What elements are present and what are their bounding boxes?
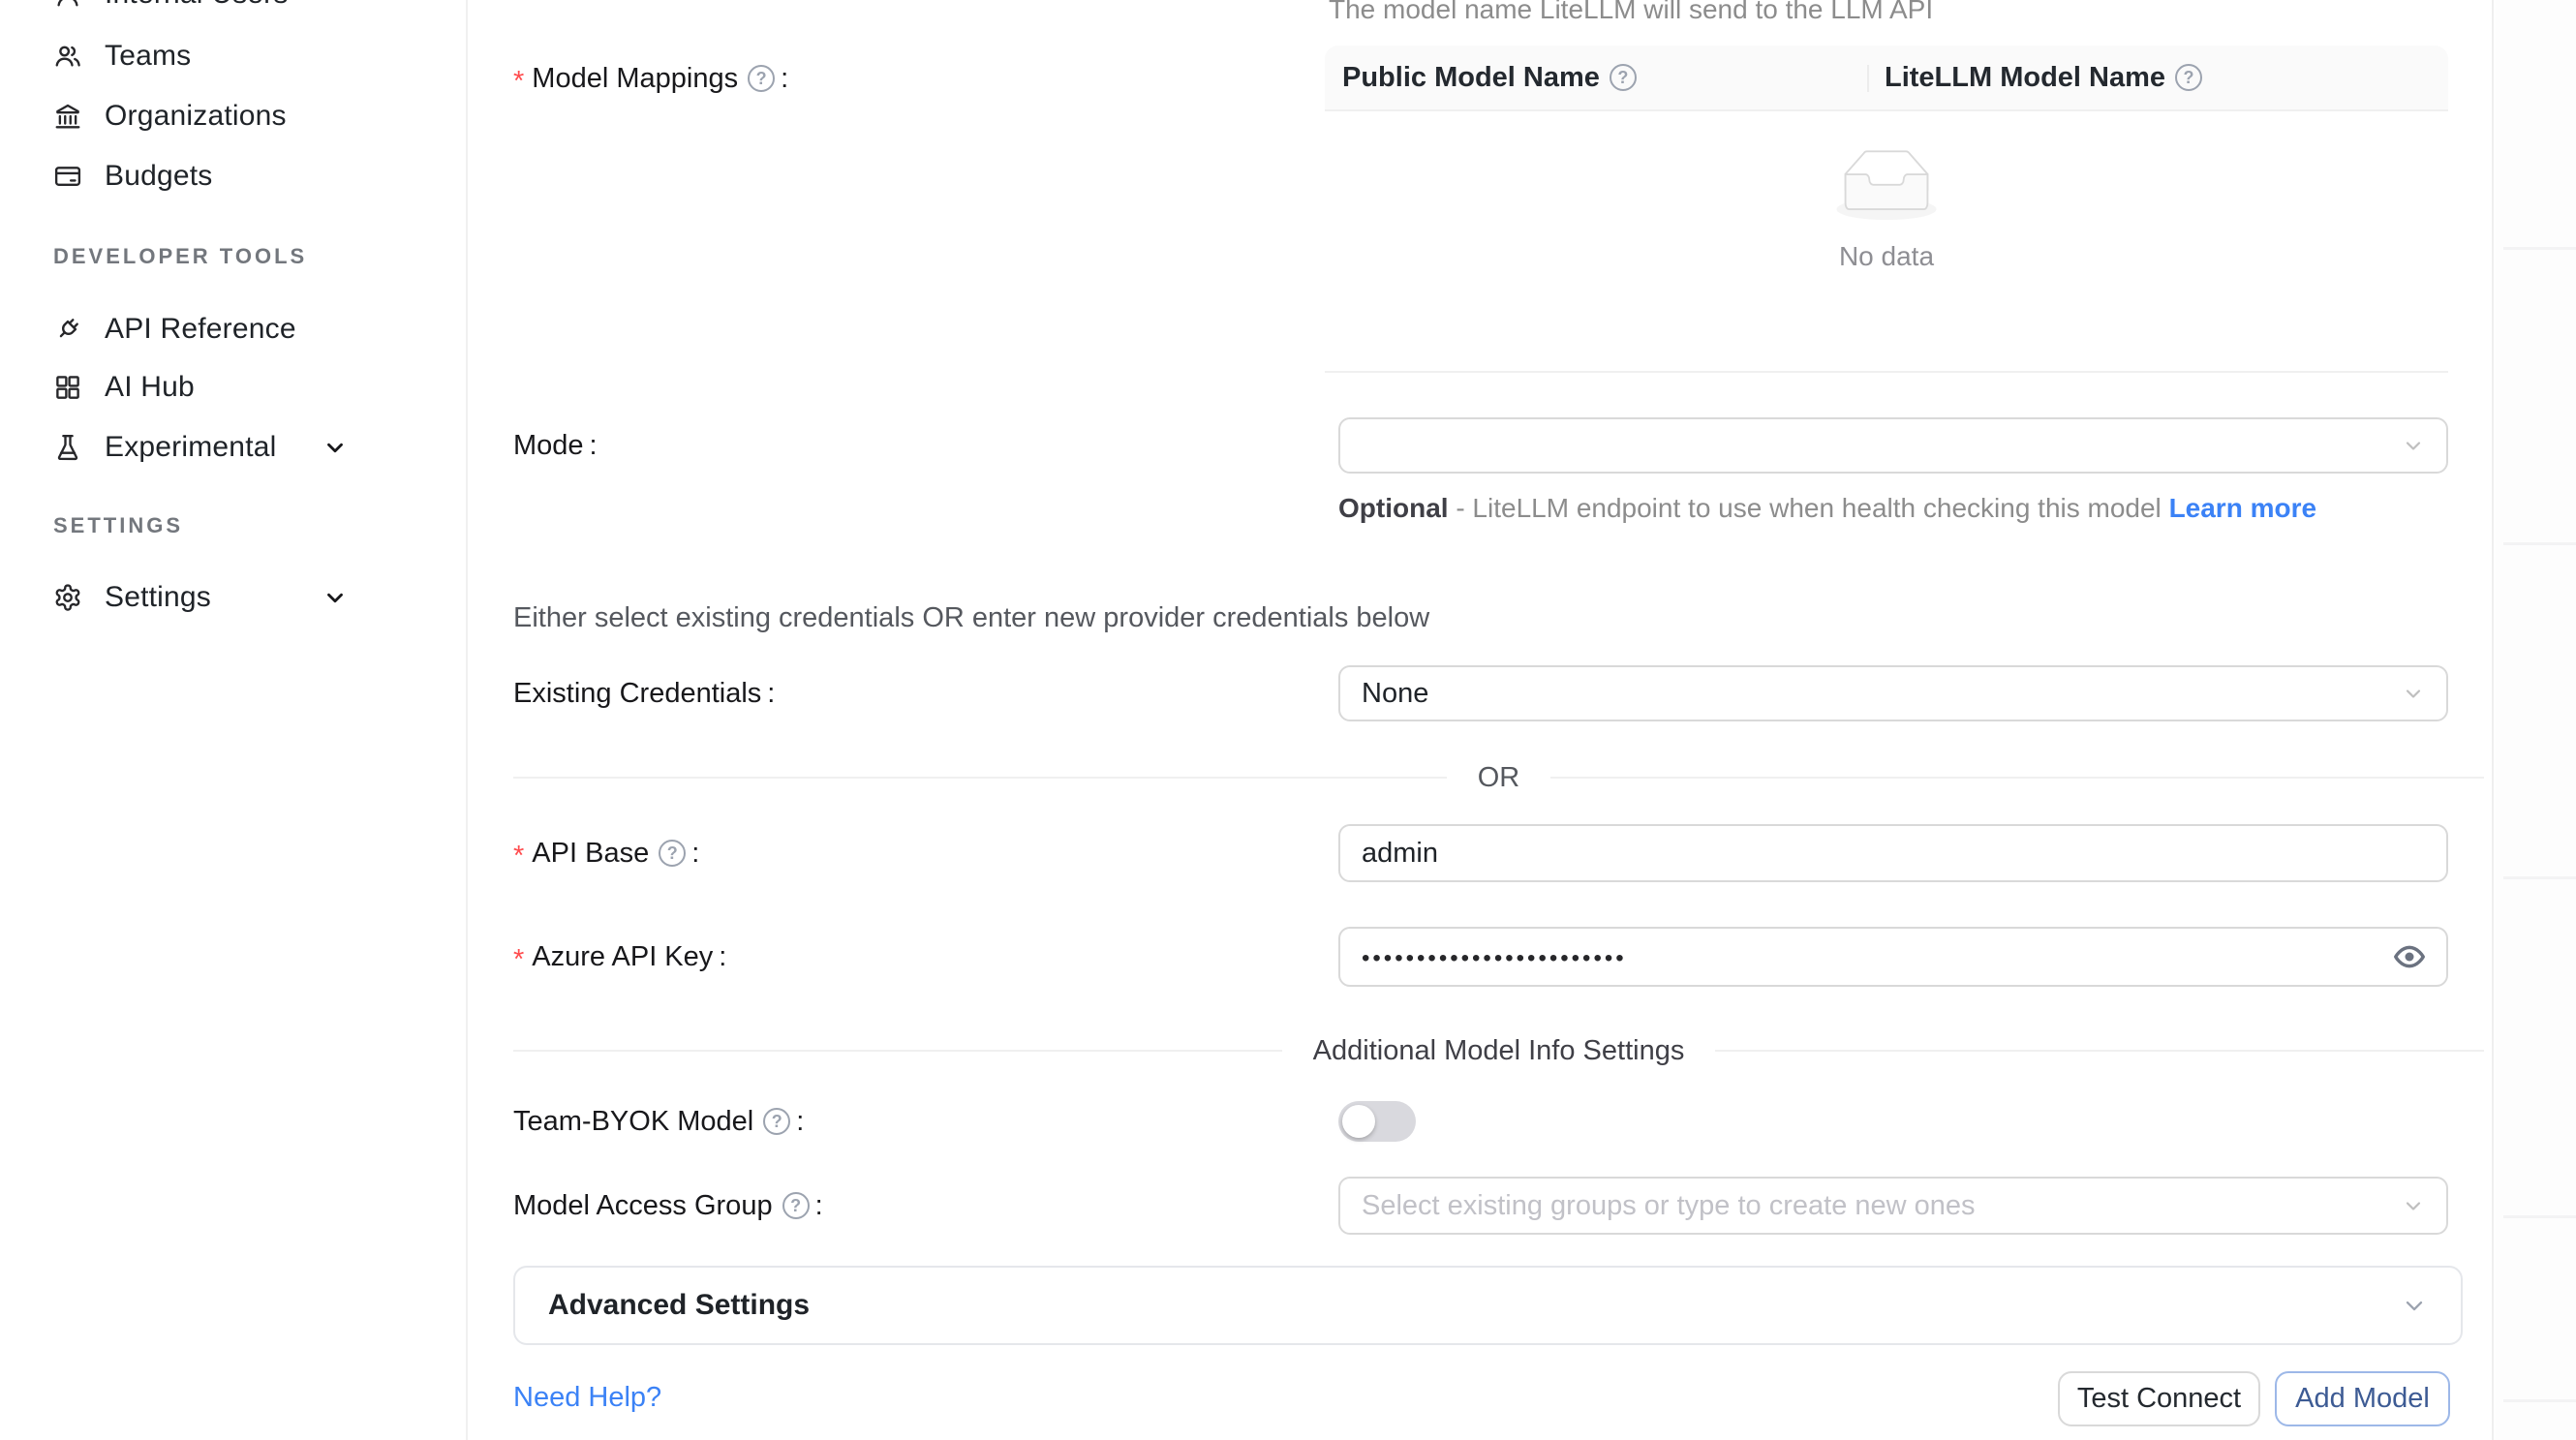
model-access-group-select[interactable] xyxy=(1338,1177,2448,1235)
model-access-group-input[interactable] xyxy=(1362,1190,2425,1222)
sidebar-item-teams[interactable]: Teams xyxy=(0,26,466,86)
azure-api-key-field: •••••••••••••••••••••••• xyxy=(1338,927,2448,987)
table-header: Public Model Name ? LiteLLM Model Name ? xyxy=(1325,46,2448,111)
user-icon xyxy=(53,0,82,9)
sidebar-section-settings: SETTINGS xyxy=(53,513,183,538)
grid-icon xyxy=(53,373,82,402)
chevron-down-icon xyxy=(2402,434,2425,457)
model-access-group-label: Model Access Group ? : xyxy=(513,1177,823,1235)
table-body-empty: No data xyxy=(1325,111,2448,373)
advanced-settings-panel[interactable]: Advanced Settings xyxy=(513,1266,2463,1345)
column-litellm-model-name: LiteLLM Model Name ? xyxy=(1867,46,2448,109)
sidebar-item-label: API Reference xyxy=(105,313,296,346)
sidebar-item-label: Budgets xyxy=(105,160,212,193)
sidebar-item-budgets[interactable]: Budgets xyxy=(0,146,466,206)
sidebar-item-label: Settings xyxy=(105,581,211,614)
sidebar-item-label: AI Hub xyxy=(105,371,195,404)
chevron-down-icon xyxy=(2402,1194,2425,1217)
azure-api-key-label: * Azure API Key : xyxy=(513,927,726,987)
azure-api-key-masked-value[interactable]: •••••••••••••••••••••••• xyxy=(1362,941,1627,972)
add-model-form: The model name LiteLLM will send to the … xyxy=(468,0,2494,1440)
users-icon xyxy=(53,42,82,71)
empty-text: No data xyxy=(1829,241,1944,272)
or-divider: OR xyxy=(513,758,2484,797)
column-public-model-name: Public Model Name ? xyxy=(1325,46,1867,109)
flask-icon xyxy=(53,433,82,462)
gear-icon xyxy=(53,583,82,612)
existing-credentials-select[interactable]: None xyxy=(1338,665,2448,721)
sidebar-item-organizations[interactable]: Organizations xyxy=(0,86,466,146)
bank-icon xyxy=(53,102,82,131)
help-icon[interactable]: ? xyxy=(2175,64,2202,91)
learn-more-link[interactable]: Learn more xyxy=(2169,493,2317,523)
existing-credentials-value: None xyxy=(1362,678,1428,710)
required-mark: * xyxy=(513,835,524,873)
sidebar-item-settings[interactable]: Settings xyxy=(0,567,466,628)
help-icon[interactable]: ? xyxy=(659,840,686,867)
api-base-label: * API Base ? : xyxy=(513,824,699,882)
sidebar-item-internal-users[interactable]: Internal Users xyxy=(0,0,466,24)
help-icon[interactable]: ? xyxy=(1610,64,1637,91)
api-base-field xyxy=(1338,824,2448,882)
mode-select[interactable] xyxy=(1338,417,2448,474)
sidebar-item-label: Experimental xyxy=(105,431,276,464)
sidebar-item-label: Teams xyxy=(105,40,191,73)
credentials-note: Either select existing credentials OR en… xyxy=(513,602,1429,634)
chevron-down-icon xyxy=(2402,682,2425,705)
empty-state: No data xyxy=(1829,150,1944,272)
page-gutter xyxy=(2496,0,2576,1440)
sidebar-item-label: Internal Users xyxy=(105,0,289,11)
test-connect-button[interactable]: Test Connect xyxy=(2058,1371,2260,1426)
required-mark: * xyxy=(513,938,524,976)
model-mappings-table: Public Model Name ? LiteLLM Model Name ? xyxy=(1325,46,2448,375)
add-model-button[interactable]: Add Model xyxy=(2275,1371,2450,1426)
info-settings-divider-text: Additional Model Info Settings xyxy=(1282,1035,1716,1067)
model-name-help-text: The model name LiteLLM will send to the … xyxy=(1329,0,1933,25)
eye-icon[interactable] xyxy=(2392,939,2427,974)
sidebar-item-ai-hub[interactable]: AI Hub xyxy=(0,357,466,417)
help-icon[interactable]: ? xyxy=(782,1192,810,1219)
help-icon[interactable]: ? xyxy=(763,1108,790,1135)
sidebar-item-experimental[interactable]: Experimental xyxy=(0,417,466,477)
api-base-input[interactable] xyxy=(1362,838,2425,870)
toggle-knob xyxy=(1342,1105,1375,1138)
mode-help-text: Optional - LiteLLM endpoint to use when … xyxy=(1338,488,2458,528)
credit-card-icon xyxy=(53,162,82,191)
team-byok-toggle[interactable] xyxy=(1338,1101,1416,1142)
model-mappings-label: * Model Mappings ? : xyxy=(513,46,788,111)
chevron-down-icon[interactable] xyxy=(322,585,348,610)
existing-credentials-label: Existing Credentials : xyxy=(513,665,775,721)
plug-icon xyxy=(53,315,82,344)
info-settings-divider: Additional Model Info Settings xyxy=(513,1031,2484,1070)
need-help-link[interactable]: Need Help? xyxy=(513,1382,661,1414)
sidebar-item-label: Organizations xyxy=(105,100,287,133)
chevron-down-icon xyxy=(2401,1292,2428,1319)
app-screen: Internal Users Teams Organizations Budge… xyxy=(0,0,2576,1440)
sidebar: Internal Users Teams Organizations Budge… xyxy=(0,0,468,1440)
empty-inbox-icon xyxy=(1829,150,1944,224)
sidebar-item-api-reference[interactable]: API Reference xyxy=(0,299,466,359)
sidebar-section-developer-tools: DEVELOPER TOOLS xyxy=(53,244,307,269)
or-divider-text: OR xyxy=(1447,762,1551,794)
team-byok-label: Team-BYOK Model ? : xyxy=(513,1101,804,1142)
advanced-settings-label: Advanced Settings xyxy=(548,1289,810,1322)
help-icon[interactable]: ? xyxy=(748,65,775,92)
chevron-down-icon[interactable] xyxy=(322,435,348,460)
required-mark: * xyxy=(513,60,524,98)
mode-label: Mode : xyxy=(513,417,598,474)
